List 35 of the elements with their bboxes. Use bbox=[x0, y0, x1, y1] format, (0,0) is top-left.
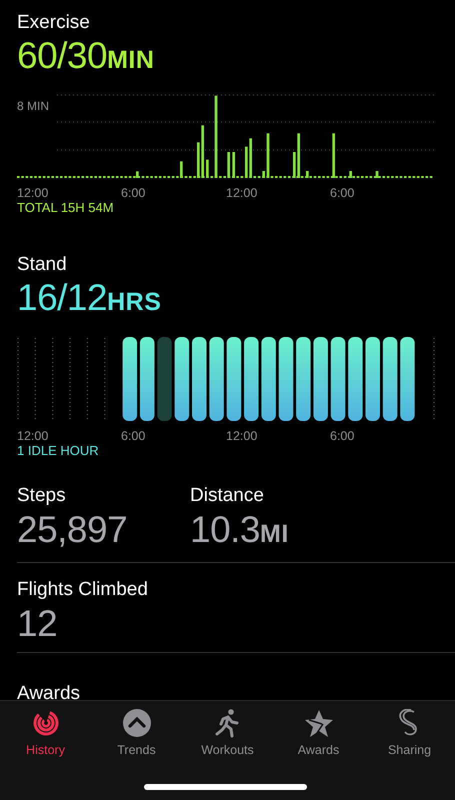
home-indicator[interactable] bbox=[144, 784, 307, 790]
section-title: Awards bbox=[17, 683, 82, 700]
stat-label: Steps bbox=[17, 485, 67, 507]
tab[interactable]: Sharing bbox=[364, 709, 455, 760]
axis-label: 12:00 bbox=[226, 185, 258, 202]
axis-label: 6:00 bbox=[121, 428, 146, 445]
section-title: Exercise bbox=[17, 12, 91, 34]
axis-label: 12:00 bbox=[17, 428, 48, 445]
total-label: TOTAL 15H 54M bbox=[17, 200, 115, 216]
idle-label: 1 IDLE HOUR bbox=[17, 443, 100, 459]
exercise-bar bbox=[306, 171, 309, 178]
stat-value: 10.3MI bbox=[190, 510, 289, 552]
axis-label: 12:00 bbox=[226, 428, 258, 445]
stat-value: 12 bbox=[17, 604, 58, 644]
tab[interactable]: Awards bbox=[273, 709, 364, 760]
exercise-bar bbox=[136, 171, 139, 178]
exercise-bar bbox=[376, 171, 378, 178]
stand-value: 16/12HRS bbox=[17, 278, 162, 320]
exercise-bar bbox=[349, 171, 352, 178]
tab[interactable]: Trends bbox=[91, 709, 182, 760]
section-title: Stand bbox=[17, 254, 68, 276]
axis-label: 12:00 bbox=[17, 185, 48, 202]
exercise-value: 60/30MIN bbox=[17, 36, 156, 78]
axis-label: 6:00 bbox=[121, 185, 146, 202]
tab[interactable]: History bbox=[0, 709, 91, 760]
stat-label: Distance bbox=[190, 485, 265, 507]
axis-label: 6:00 bbox=[330, 428, 354, 445]
axis-label: 6:00 bbox=[330, 185, 354, 202]
stat-value: 25,897 bbox=[17, 510, 128, 550]
exercise-bar bbox=[332, 133, 336, 178]
axis-label: 8 MIN bbox=[17, 98, 50, 115]
runner-icon bbox=[214, 709, 242, 739]
stat-label: Flights Climbed bbox=[17, 579, 149, 601]
tab[interactable]: Workouts bbox=[182, 709, 273, 760]
star-icon bbox=[304, 709, 332, 739]
